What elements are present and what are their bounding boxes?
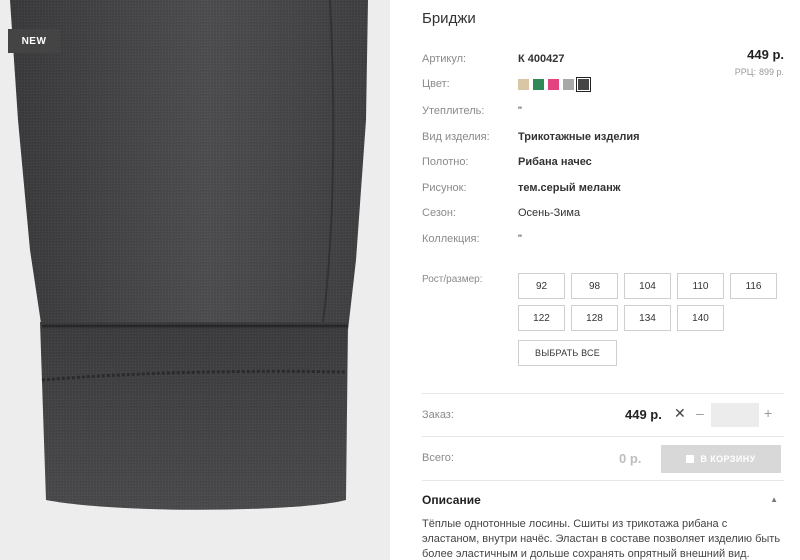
total-value: 0 р. bbox=[619, 451, 642, 466]
color-swatch-green[interactable] bbox=[533, 79, 544, 90]
size-button[interactable]: 98 bbox=[571, 273, 618, 299]
product-photo[interactable]: NEW bbox=[0, 0, 390, 560]
color-swatch-dark-gray-selected[interactable] bbox=[576, 77, 591, 92]
quantity-input[interactable] bbox=[711, 403, 759, 427]
attr-value: Рибана начес bbox=[518, 156, 592, 168]
size-button[interactable]: 122 bbox=[518, 305, 565, 331]
divider bbox=[422, 480, 784, 481]
order-label: Заказ: bbox=[422, 409, 454, 421]
product-price: 449 р. bbox=[747, 47, 784, 62]
attr-value: К 400427 bbox=[518, 53, 565, 65]
size-button[interactable]: 128 bbox=[571, 305, 618, 331]
quantity-increment-button[interactable]: + bbox=[764, 405, 772, 421]
divider bbox=[422, 436, 784, 437]
rrp-value: 899 р. bbox=[758, 67, 784, 77]
size-button[interactable]: 110 bbox=[677, 273, 724, 299]
color-swatch-pink[interactable] bbox=[548, 79, 559, 90]
select-all-button[interactable]: ВЫБРАТЬ ВСЕ bbox=[518, 340, 617, 366]
new-badge: NEW bbox=[8, 29, 60, 53]
attr-label: Утеплитель: bbox=[422, 105, 485, 117]
attr-label: Коллекция: bbox=[422, 233, 480, 245]
divider bbox=[422, 393, 784, 394]
add-to-cart-label: В КОРЗИНУ bbox=[700, 454, 756, 464]
leggings-image bbox=[10, 0, 368, 510]
description-text: Тёплые однотонные лосины. Сшиты из трико… bbox=[422, 518, 781, 560]
product-title: Бриджи bbox=[422, 10, 476, 27]
sizes-label: Рост/размер: bbox=[422, 274, 483, 285]
attr-label: Сезон: bbox=[422, 207, 456, 219]
attr-label: Полотно: bbox=[422, 156, 469, 168]
size-button[interactable]: 104 bbox=[624, 273, 671, 299]
quantity-decrement-button[interactable]: – bbox=[696, 405, 704, 421]
total-label: Всего: bbox=[422, 452, 454, 464]
multiply-sign: ✕ bbox=[674, 405, 686, 421]
attr-label: Вид изделия: bbox=[422, 131, 490, 143]
size-button[interactable]: 116 bbox=[730, 273, 777, 299]
attr-value: Осень-Зима bbox=[518, 207, 581, 219]
color-swatch-beige[interactable] bbox=[518, 79, 529, 90]
product-info-panel: Бриджи 449 р. РРЦ: 899 р. Артикул: К 4004… bbox=[422, 0, 784, 560]
size-button[interactable]: 140 bbox=[677, 305, 724, 331]
attr-label: Цвет: bbox=[422, 78, 450, 90]
rrp-price: РРЦ: 899 р. bbox=[735, 67, 784, 77]
attr-label: Рисунок: bbox=[422, 182, 467, 194]
attr-value: Трикотажные изделия bbox=[518, 131, 640, 143]
order-price: 449 р. bbox=[625, 407, 662, 422]
attr-value: " bbox=[518, 105, 522, 117]
bag-icon bbox=[686, 455, 695, 463]
chevron-up-icon[interactable]: ▲ bbox=[770, 495, 778, 504]
size-button[interactable]: 134 bbox=[624, 305, 671, 331]
rrp-label: РРЦ: bbox=[734, 67, 756, 77]
add-to-cart-button[interactable]: В КОРЗИНУ bbox=[661, 445, 781, 473]
attr-label: Артикул: bbox=[422, 53, 467, 65]
description-title[interactable]: Описание bbox=[422, 493, 481, 507]
attr-value: " bbox=[518, 233, 522, 245]
color-swatch-gray[interactable] bbox=[563, 79, 574, 90]
size-grid: 92 98 104 110 116 122 128 134 140 bbox=[518, 273, 783, 331]
color-swatches bbox=[518, 77, 591, 92]
size-button[interactable]: 92 bbox=[518, 273, 565, 299]
attr-value: тем.серый меланж bbox=[518, 182, 621, 194]
